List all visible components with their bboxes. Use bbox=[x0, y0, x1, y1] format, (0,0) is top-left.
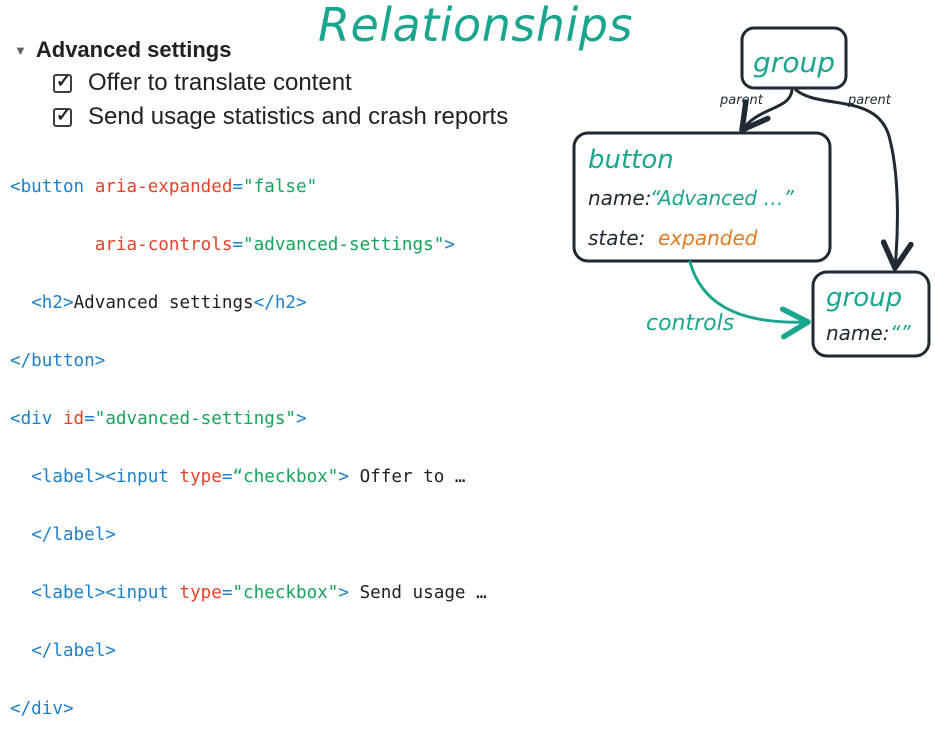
button-node-state-key: state: bbox=[588, 226, 645, 250]
code-line-10: </div> bbox=[10, 695, 487, 724]
code-tag: </label> bbox=[31, 641, 116, 661]
group-top-role: group bbox=[753, 46, 835, 79]
code-attr: type bbox=[179, 467, 222, 487]
code-tag: </label> bbox=[31, 525, 116, 545]
group-node-bottom: group name: “” bbox=[811, 270, 931, 358]
code-tag: > bbox=[338, 583, 349, 603]
code-text: Offer to … bbox=[359, 467, 466, 487]
code-line-6: <label><input type=“checkbox"> Offer to … bbox=[10, 463, 487, 492]
controls-label: controls bbox=[646, 311, 734, 336]
button-node-name-value: “Advanced …” bbox=[650, 186, 794, 210]
code-line-8: <label><input type="checkbox"> Send usag… bbox=[10, 579, 487, 608]
group-bottom-name-value: “” bbox=[890, 321, 911, 345]
code-line-7: </label> bbox=[10, 521, 487, 550]
group-node-top: group bbox=[740, 26, 848, 90]
button-node: button name: “Advanced …” state: expande… bbox=[572, 131, 832, 263]
parent-label-left: parent bbox=[719, 93, 764, 108]
code-value: “checkbox" bbox=[232, 467, 339, 487]
code-tag: </div> bbox=[10, 699, 74, 719]
code-attr: type bbox=[179, 583, 222, 603]
button-node-name-key: name: bbox=[588, 186, 651, 210]
code-eq: = bbox=[221, 467, 233, 487]
button-node-state-value: expanded bbox=[658, 226, 758, 250]
group-bottom-name-key: name: bbox=[826, 321, 889, 345]
code-eq: = bbox=[221, 583, 233, 603]
code-tag: > bbox=[338, 467, 349, 487]
code-tag: <label><input bbox=[31, 583, 169, 603]
group-bottom-role: group bbox=[826, 283, 902, 313]
button-node-role: button bbox=[588, 145, 674, 175]
parent-label-right: parent bbox=[847, 93, 892, 108]
code-value: "checkbox" bbox=[232, 583, 339, 603]
accessibility-tree-diagram: group parent parent button name: “Advanc… bbox=[572, 26, 931, 358]
code-text: Send usage … bbox=[359, 583, 487, 603]
code-tag: <label><input bbox=[31, 467, 169, 487]
code-line-9: </label> bbox=[10, 637, 487, 666]
